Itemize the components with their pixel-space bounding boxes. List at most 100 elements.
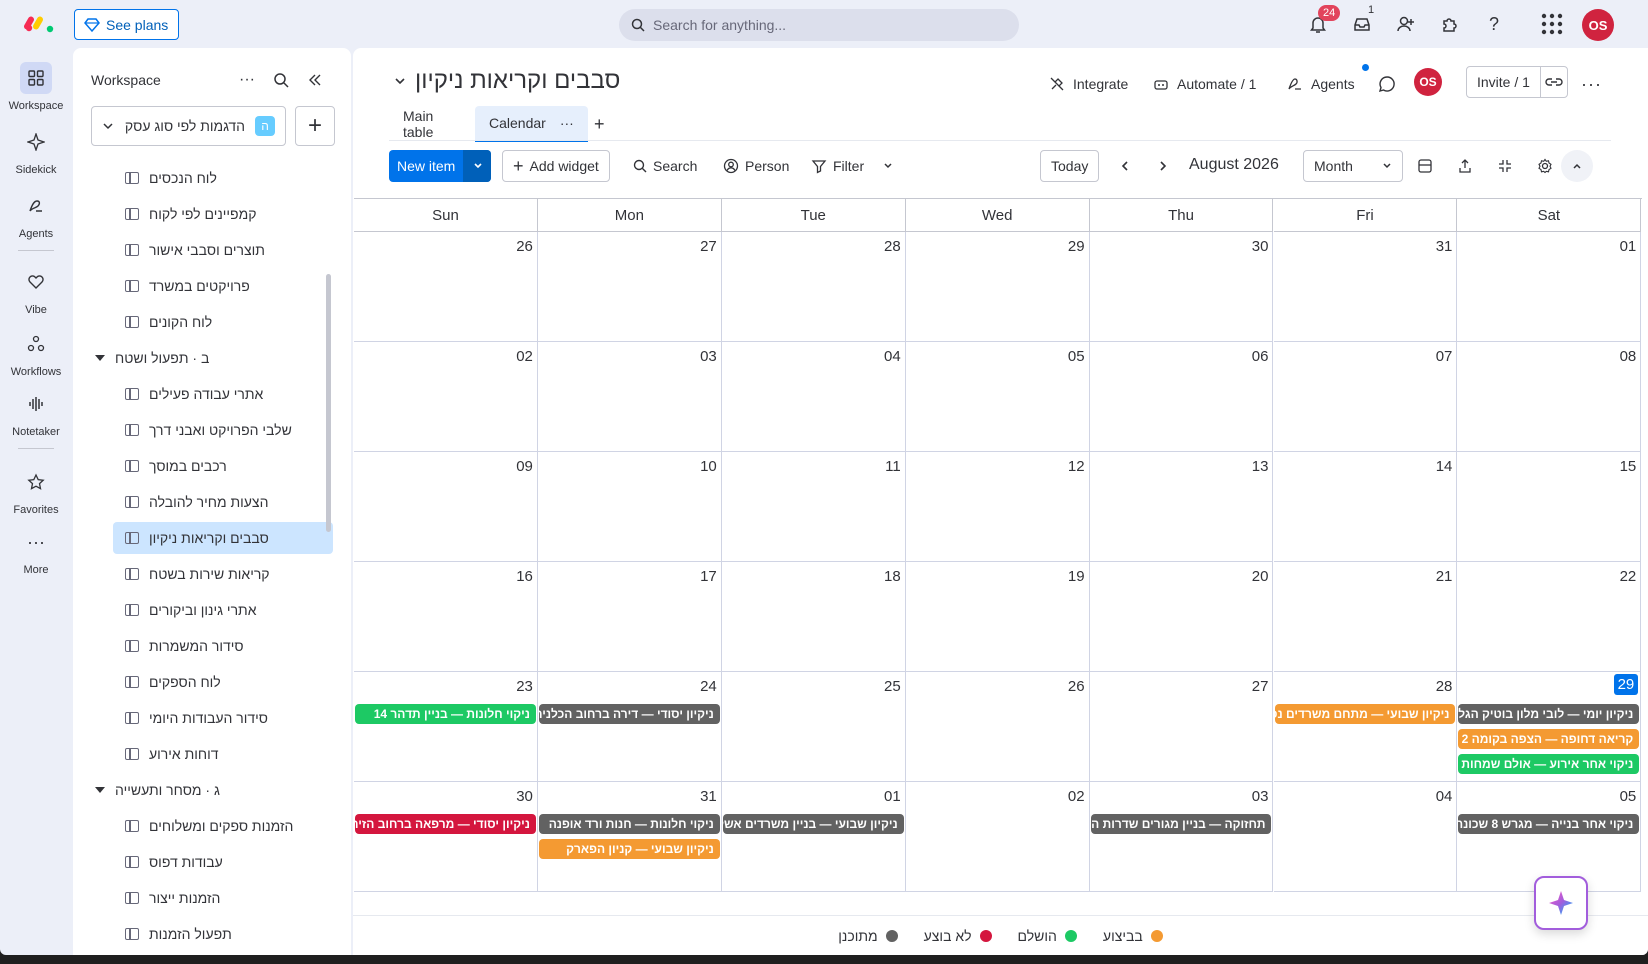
calendar-day-cell[interactable]: 01	[1457, 232, 1642, 342]
calendar-day-cell[interactable]: 15	[1457, 452, 1642, 562]
sidebar-board-item[interactable]: הזמנות ייצור	[113, 882, 333, 914]
calendar-event[interactable]: ניקיון יסודי — דירה ברחוב הכלנית	[538, 704, 720, 724]
board-menu-icon[interactable]: ···	[1581, 70, 1602, 98]
calendar-day-cell[interactable]: 09	[354, 452, 538, 562]
sidebar-board-item[interactable]: שלבי הפרויקט ואבני דרך	[113, 414, 333, 446]
view-mode-select[interactable]: Month	[1303, 150, 1403, 182]
calendar-event[interactable]: ניקיון שבועי — בניין משרדים אשל	[722, 814, 904, 834]
sidebar-board-item[interactable]: בקשות שנכנסו ממשרד	[113, 152, 333, 158]
settings-gear-icon[interactable]	[1527, 150, 1563, 182]
search-icon[interactable]	[269, 68, 293, 92]
calendar-day-cell[interactable]: 03	[537, 342, 722, 452]
calendar-day-cell[interactable]: 29 ניקיון יומי — לובי מלון בוטיק הגלים קרי…	[1457, 672, 1642, 782]
rail-item-notetaker[interactable]: Notetaker	[0, 388, 72, 438]
collapse-fullscreen-icon[interactable]	[1487, 150, 1523, 182]
calendar-day-cell[interactable]: 05	[905, 342, 1090, 452]
calendar-day-cell[interactable]: 11	[721, 452, 906, 562]
automate-button[interactable]: Automate / 1	[1153, 70, 1256, 98]
calendar-day-cell[interactable]: 26	[354, 232, 538, 342]
chevron-down-icon[interactable]	[463, 150, 492, 182]
filter-button[interactable]: Filter	[801, 150, 874, 182]
calendar-event[interactable]: ניקוי חלונות — חנות ורד אופנה	[538, 814, 720, 834]
sidebar-board-item[interactable]: סידור המשמרות	[113, 630, 333, 662]
sidebar-board-item[interactable]: הזמנות ספקים ומשלוחים	[113, 810, 333, 842]
calendar-day-cell[interactable]: 28 ניקיון שבועי — מתחם משרדים נפן	[1273, 672, 1458, 782]
calendar-day-cell[interactable]: 20	[1089, 562, 1274, 672]
help-icon[interactable]: ?	[1482, 12, 1506, 36]
filter-dropdown-icon[interactable]	[873, 150, 903, 182]
calendar-day-cell[interactable]: 04	[721, 342, 906, 452]
calendar-day-cell[interactable]: 10	[537, 452, 722, 562]
tab-options-icon[interactable]: ···	[560, 115, 574, 131]
rail-item-sidekick[interactable]: Sidekick	[0, 126, 72, 176]
rail-item-favorites[interactable]: Favorites	[0, 466, 72, 516]
invite-button[interactable]: Invite / 1	[1466, 66, 1568, 98]
calendar-day-cell[interactable]: 27	[537, 232, 722, 342]
board-title[interactable]: סבבים וקריאות ניקיון	[393, 67, 620, 95]
board-owner-avatar[interactable]: OS	[1354, 68, 1442, 96]
rail-item-agents[interactable]: Agents	[0, 190, 72, 240]
calendar-day-cell[interactable]: 03 תחזוקה — בניין מגורים שדרות האורן	[1089, 782, 1274, 892]
calendar-day-cell[interactable]: 13	[1089, 452, 1274, 562]
sidebar-board-item[interactable]: תפעול הזמנות	[113, 918, 333, 950]
workspace-selector[interactable]: ה הדגמות לפי סוג עסק	[91, 106, 286, 146]
sidebar-scrollbar[interactable]	[326, 274, 331, 532]
calendar-day-cell[interactable]: 18	[721, 562, 906, 672]
rail-item-workspace[interactable]: Workspace	[0, 62, 72, 112]
new-item-button[interactable]: New item	[389, 150, 492, 182]
calendar-day-cell[interactable]: 22	[1457, 562, 1642, 672]
calendar-day-cell[interactable]: 06	[1089, 342, 1274, 452]
calendar-day-cell[interactable]: 07	[1273, 342, 1458, 452]
calendar-day-cell[interactable]: 28	[721, 232, 906, 342]
layout-toggle-icon[interactable]	[1407, 150, 1443, 182]
calendar-day-cell[interactable]: 27	[1089, 672, 1274, 782]
calendar-day-cell[interactable]: 30 ניקיון יסודי — מרפאה ברחוב הזית	[354, 782, 538, 892]
calendar-event[interactable]: קריאה דחופה — הצפה בקומה 2	[1458, 729, 1640, 749]
calendar-day-cell[interactable]: 17	[537, 562, 722, 672]
add-widget-button[interactable]: + Add widget	[502, 150, 610, 182]
rail-item-workflows[interactable]: Workflows	[0, 328, 72, 378]
calendar-event[interactable]: ניקוי אחר אירוע — אולם שמחות הדקל	[1458, 754, 1640, 774]
calendar-day-cell[interactable]: 02	[354, 342, 538, 452]
calendar-day-cell[interactable]: 19	[905, 562, 1090, 672]
ai-assistant-button[interactable]	[1534, 876, 1588, 930]
tab-main-table[interactable]: Main table	[389, 106, 447, 142]
calendar-event[interactable]: ניקוי אחר בנייה — מגרש 8 שכונת הגבעה	[1458, 814, 1640, 834]
sidebar-folder[interactable]: ג · מסחר ותעשייה	[95, 774, 220, 806]
user-avatar[interactable]: OS	[1582, 9, 1614, 41]
calendar-day-cell[interactable]: 02	[905, 782, 1090, 892]
calendar-day-cell[interactable]: 01 ניקיון שבועי — בניין משרדים אשל	[721, 782, 906, 892]
calendar-day-cell[interactable]: 29	[905, 232, 1090, 342]
person-filter-button[interactable]: Person	[713, 150, 799, 182]
sidebar-board-item[interactable]: לוח הקונים	[113, 306, 333, 338]
sidebar-board-item[interactable]: סבבים וקריאות ניקיון	[113, 522, 333, 554]
global-search-input[interactable]: Search for anything...	[619, 9, 1019, 41]
calendar-event[interactable]: ניקיון שבועי — קניון הפארק	[538, 839, 720, 859]
collapse-sidebar-icon[interactable]	[303, 68, 327, 92]
collapse-header-icon[interactable]	[1561, 150, 1593, 182]
calendar-day-cell[interactable]: 04	[1273, 782, 1458, 892]
sidebar-board-item[interactable]: פרויקטים במשרד	[113, 270, 333, 302]
inbox-icon[interactable]: 1	[1350, 4, 1374, 36]
calendar-day-cell[interactable]: 12	[905, 452, 1090, 562]
calendar-event[interactable]: ניקיון יסודי — מרפאה ברחוב הזית	[355, 814, 536, 834]
calendar-day-cell[interactable]: 08	[1457, 342, 1642, 452]
calendar-event[interactable]: ניקוי חלונות — בניין תדהר 14	[355, 704, 536, 724]
apps-grid-icon[interactable]	[1540, 12, 1564, 36]
sidebar-board-item[interactable]: תוצרים וסבבי אישור	[113, 234, 333, 266]
more-options-icon[interactable]: ···	[235, 68, 259, 92]
sidebar-folder[interactable]: ב · תפעול ושטח	[95, 342, 209, 374]
sidebar-board-item[interactable]: עבודות דפוס	[113, 846, 333, 878]
integrate-button[interactable]: Integrate	[1049, 70, 1128, 98]
apps-puzzle-icon[interactable]	[1438, 12, 1462, 36]
sidebar-board-item[interactable]: לוח הספקים	[113, 666, 333, 698]
sidebar-board-item[interactable]: דוחות אירוע	[113, 738, 333, 770]
agents-button[interactable]: Agents	[1287, 70, 1355, 98]
see-plans-button[interactable]: See plans	[74, 9, 180, 40]
sidebar-board-item[interactable]: סידור העבודות היומי	[113, 702, 333, 734]
add-item-button[interactable]: +	[295, 106, 335, 146]
add-view-button[interactable]: +	[586, 106, 613, 142]
calendar-day-cell[interactable]: 26	[905, 672, 1090, 782]
copy-link-icon[interactable]	[1541, 76, 1567, 88]
sidebar-board-item[interactable]: אתרי גינון וביקורים	[113, 594, 333, 626]
